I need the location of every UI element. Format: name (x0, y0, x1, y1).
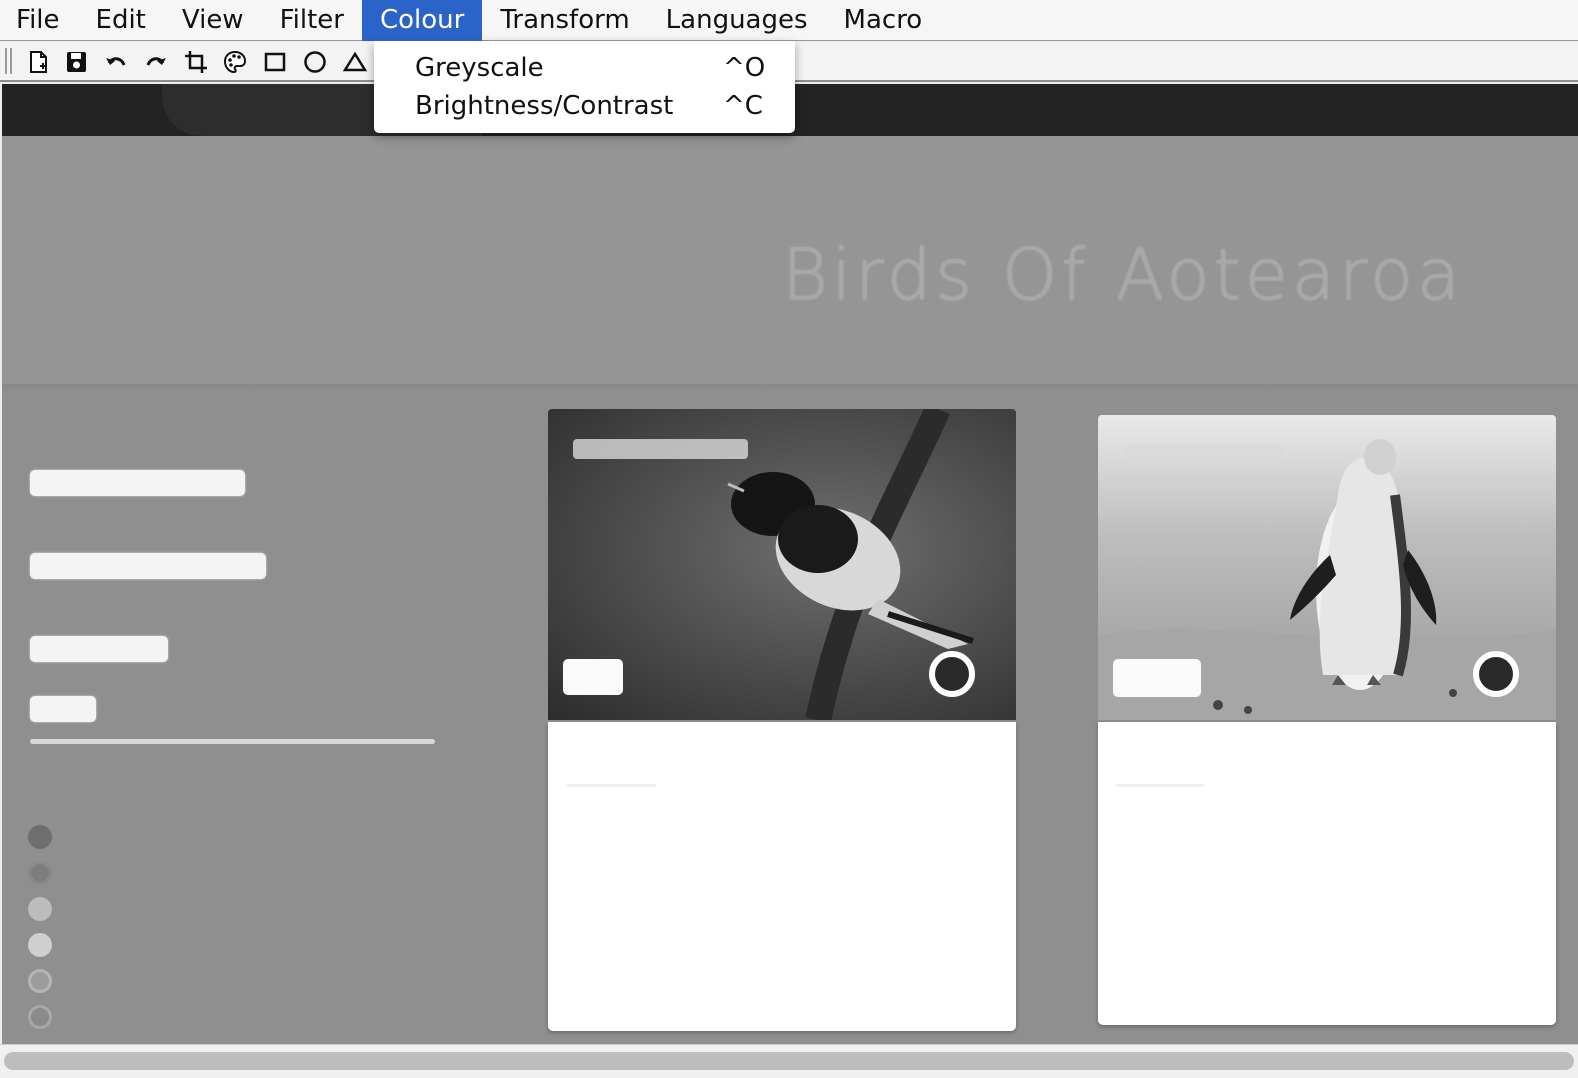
rectangle-icon[interactable] (259, 46, 291, 78)
image-card-body (548, 722, 1016, 1031)
horizontal-scrollbar[interactable] (0, 1044, 1578, 1078)
toolbar-grip[interactable] (5, 48, 12, 74)
image-card-ring (1473, 651, 1519, 697)
menu-option-shortcut: ^C (723, 91, 763, 121)
image-dot (28, 933, 52, 957)
image-card-badge (563, 659, 623, 695)
colour-menu-dropdown: Greyscale ^O Brightness/Contrast ^C (374, 41, 795, 133)
circle-icon[interactable] (299, 46, 331, 78)
image-sidebar-bar (30, 636, 168, 662)
menu-file[interactable]: File (0, 0, 78, 41)
menu-option-brightness-contrast[interactable]: Brightness/Contrast ^C (374, 87, 795, 125)
menu-languages[interactable]: Languages (648, 0, 826, 41)
image-sidebar-bar (30, 470, 245, 496)
image-card-line (566, 784, 656, 787)
image-card-badge (1113, 659, 1201, 697)
image-sidebar-divider (30, 739, 435, 744)
menu-view[interactable]: View (164, 0, 262, 41)
image-card-tag (1123, 445, 1283, 463)
menu-option-greyscale[interactable]: Greyscale ^O (374, 49, 795, 87)
image-card-line (1116, 784, 1204, 787)
image-card-photo (548, 409, 1016, 720)
triangle-icon[interactable] (339, 46, 371, 78)
image-card-photo (1098, 415, 1556, 720)
menu-option-shortcut: ^O (723, 53, 766, 83)
menu-option-label: Greyscale (415, 53, 544, 83)
menu-bar: File Edit View Filter Colour Transform L… (0, 0, 1578, 41)
image-dot (28, 969, 52, 993)
menu-macro[interactable]: Macro (826, 0, 941, 41)
palette-icon[interactable] (219, 46, 251, 78)
image-hero-shadow (2, 384, 1578, 392)
image-card-tag (573, 439, 748, 459)
new-file-icon[interactable] (22, 46, 54, 78)
image-card-ring (929, 651, 975, 697)
image-card-body (1098, 722, 1556, 1025)
crop-icon[interactable] (180, 46, 212, 78)
image-dot (28, 897, 52, 921)
image-dot (28, 861, 52, 885)
image-hero-title: Birds Of Aotearoa (782, 234, 1464, 316)
image-dot (28, 825, 52, 849)
save-icon[interactable] (60, 46, 92, 78)
menu-transform[interactable]: Transform (482, 0, 647, 41)
redo-icon[interactable] (140, 46, 172, 78)
image-dot (28, 1005, 52, 1029)
image-canvas[interactable]: Birds Of Aotearoa (2, 84, 1578, 1044)
image-sidebar-bar (30, 696, 96, 722)
menu-edit[interactable]: Edit (78, 0, 164, 41)
undo-icon[interactable] (100, 46, 132, 78)
scrollbar-thumb[interactable] (4, 1052, 1574, 1070)
menu-filter[interactable]: Filter (262, 0, 362, 41)
image-sidebar-bar (30, 553, 266, 579)
menu-option-label: Brightness/Contrast (415, 91, 674, 121)
menu-colour[interactable]: Colour (361, 0, 483, 41)
